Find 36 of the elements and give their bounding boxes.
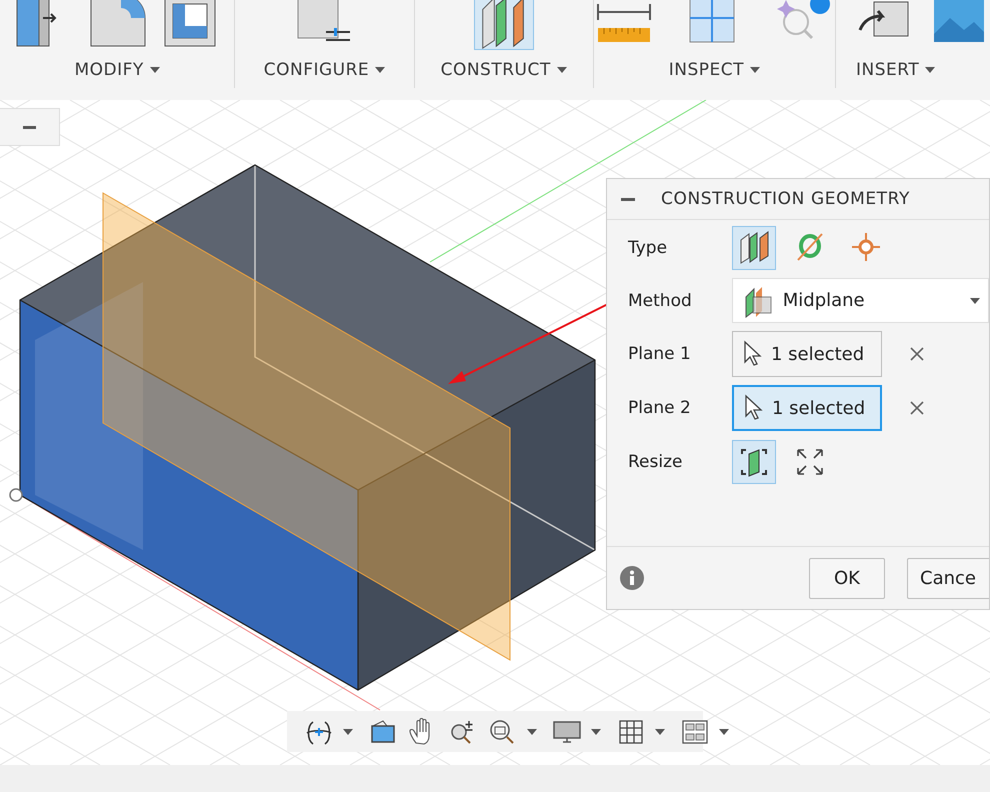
clear-icon[interactable] <box>910 401 924 415</box>
selection-button[interactable]: 1 selected <box>732 385 882 431</box>
caret-icon <box>150 67 160 73</box>
group-menu[interactable]: MODIFY <box>74 60 160 80</box>
group-menu[interactable]: CONFIGURE <box>264 60 386 80</box>
field-label: Plane 2 <box>628 398 692 418</box>
caret-icon[interactable] <box>343 728 353 734</box>
caret-icon[interactable] <box>591 728 601 734</box>
field-label: Type <box>628 238 668 258</box>
group-menu[interactable]: CONSTRUCT <box>440 60 567 80</box>
caret-icon[interactable] <box>719 728 729 734</box>
method-dropdown[interactable]: Midplane <box>732 278 989 323</box>
clear-icon[interactable] <box>910 347 924 361</box>
caret-icon[interactable] <box>527 728 537 734</box>
group-menu[interactable]: INSPECT <box>668 60 760 80</box>
origin-icon <box>9 488 23 502</box>
dialog-title: CONSTRUCTION GEOMETRY <box>661 189 910 209</box>
minus-icon[interactable] <box>621 198 635 200</box>
selection-button[interactable]: 1 selected <box>732 331 882 377</box>
group-menu[interactable]: INSERT <box>856 60 936 80</box>
caret-icon <box>925 67 936 73</box>
ok-button[interactable]: OK <box>809 558 885 598</box>
field-label: Resize <box>628 452 684 472</box>
option-button[interactable] <box>732 226 776 270</box>
tool-button[interactable] <box>474 0 534 50</box>
field-label: Method <box>628 290 693 310</box>
caret-icon <box>970 298 980 304</box>
caret-icon <box>375 67 386 73</box>
option-button[interactable] <box>732 440 776 484</box>
caret-icon <box>750 67 760 73</box>
minus-icon <box>23 126 36 128</box>
info-icon[interactable] <box>620 566 644 590</box>
cancel-button[interactable]: Cance <box>907 558 989 598</box>
caret-icon <box>556 67 567 73</box>
field-label: Plane 1 <box>628 344 692 364</box>
caret-icon[interactable] <box>655 728 665 734</box>
